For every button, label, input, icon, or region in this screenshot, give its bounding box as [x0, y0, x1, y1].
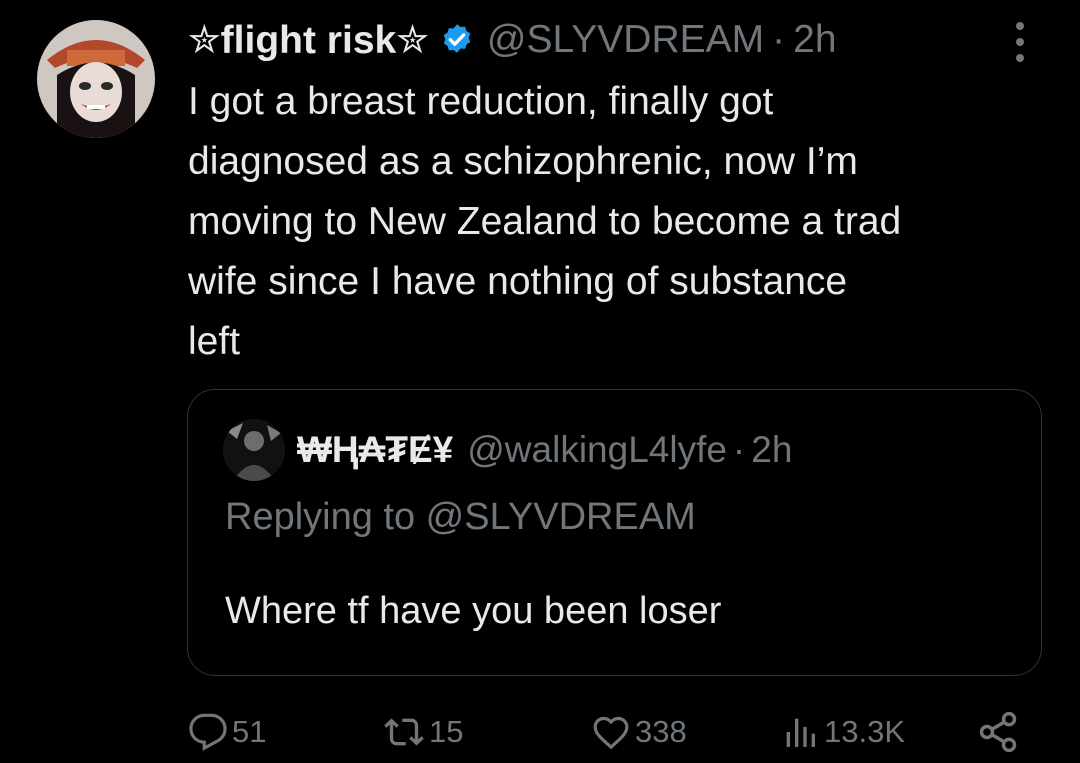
repost-count: 15 — [429, 714, 464, 749]
views-button[interactable]: 13.3K — [780, 708, 905, 756]
views-chart-icon — [780, 712, 820, 752]
tweet-text-line: left — [188, 320, 241, 363]
tweet-header: ✮flight risk✮ @SLYVDREAM · 2h — [188, 14, 837, 66]
quoted-tweet-text: Where tf have you been loser — [225, 590, 722, 632]
verified-badge-icon — [439, 22, 475, 58]
tweet-text: I got a breast reduction, finally got di… — [188, 72, 1048, 372]
views-count: 13.3K — [824, 714, 906, 749]
share-icon — [976, 710, 1020, 754]
quoted-tweet-header: ₩Ⱨ₳₮Ɇ¥ @walkingL4lyfe · 2h — [223, 419, 793, 481]
action-bar: 51 15 338 13.3K — [188, 708, 1028, 756]
quoted-tweet[interactable]: ₩Ⱨ₳₮Ɇ¥ @walkingL4lyfe · 2h Replying to @… — [187, 389, 1042, 676]
heart-icon — [591, 712, 631, 752]
reply-icon — [188, 712, 228, 752]
replying-to-label: Replying to @SLYVDREAM — [225, 496, 696, 538]
reply-count: 51 — [232, 714, 267, 749]
tweet-text-line: wife since I have nothing of substance — [188, 260, 848, 303]
quoted-author-handle[interactable]: @walkingL4lyfe — [467, 429, 727, 471]
tweet-text-line: moving to New Zealand to become a trad — [188, 200, 902, 243]
header-separator: · — [772, 18, 786, 61]
quoted-author-avatar[interactable] — [223, 419, 285, 481]
tweet[interactable]: ✮flight risk✮ @SLYVDREAM · 2h I got a br… — [0, 0, 1080, 763]
reply-button[interactable]: 51 — [188, 708, 266, 756]
quoted-header-separator: · — [732, 429, 746, 470]
more-vertical-icon[interactable] — [1006, 22, 1034, 62]
author-avatar[interactable] — [37, 20, 155, 138]
quoted-tweet-time: 2h — [751, 429, 793, 470]
tweet-text-line: I got a breast reduction, finally got — [188, 80, 774, 123]
tweet-time[interactable]: 2h — [793, 18, 836, 62]
author-display-name[interactable]: ✮flight risk✮ — [188, 18, 429, 63]
quoted-author-display-name[interactable]: ₩Ⱨ₳₮Ɇ¥ — [297, 429, 453, 471]
share-button[interactable] — [976, 708, 1020, 756]
author-handle[interactable]: @SLYVDREAM — [487, 18, 764, 62]
like-button[interactable]: 338 — [591, 708, 687, 756]
repost-button[interactable]: 15 — [383, 708, 463, 756]
like-count: 338 — [635, 714, 687, 749]
tweet-text-line: diagnosed as a schizophrenic, now I’m — [188, 140, 858, 183]
repost-icon — [383, 712, 425, 752]
